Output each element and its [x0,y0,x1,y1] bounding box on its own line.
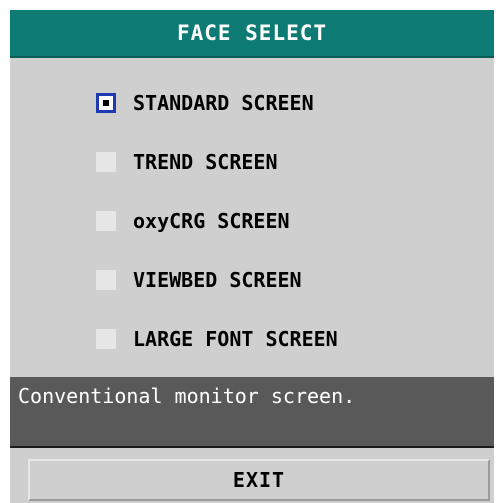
checkbox-unchecked-icon[interactable] [96,152,116,172]
option-viewbed-screen[interactable]: VIEWBED SCREEN [96,265,302,295]
option-label: STANDARD SCREEN [133,91,314,115]
option-label: oxyCRG SCREEN [133,209,290,233]
option-description: Conventional monitor screen. [10,377,494,448]
option-label: LARGE FONT SCREEN [133,327,338,351]
option-large-font-screen[interactable]: LARGE FONT SCREEN [96,324,338,354]
checkbox-unchecked-icon[interactable] [96,211,116,231]
exit-button[interactable]: EXIT [28,459,490,501]
option-oxycrg-screen[interactable]: oxyCRG SCREEN [96,206,290,236]
checkbox-unchecked-icon[interactable] [96,270,116,290]
option-standard-screen[interactable]: STANDARD SCREEN [96,88,314,118]
option-trend-screen[interactable]: TREND SCREEN [96,147,278,177]
dialog-title: FACE SELECT [10,10,494,58]
option-label: VIEWBED SCREEN [133,268,302,292]
face-select-dialog: FACE SELECT STANDARD SCREEN TREND SCREEN… [10,10,494,503]
checkbox-checked-icon[interactable] [96,93,116,113]
checkbox-unchecked-icon[interactable] [96,329,116,349]
option-label: TREND SCREEN [133,150,278,174]
